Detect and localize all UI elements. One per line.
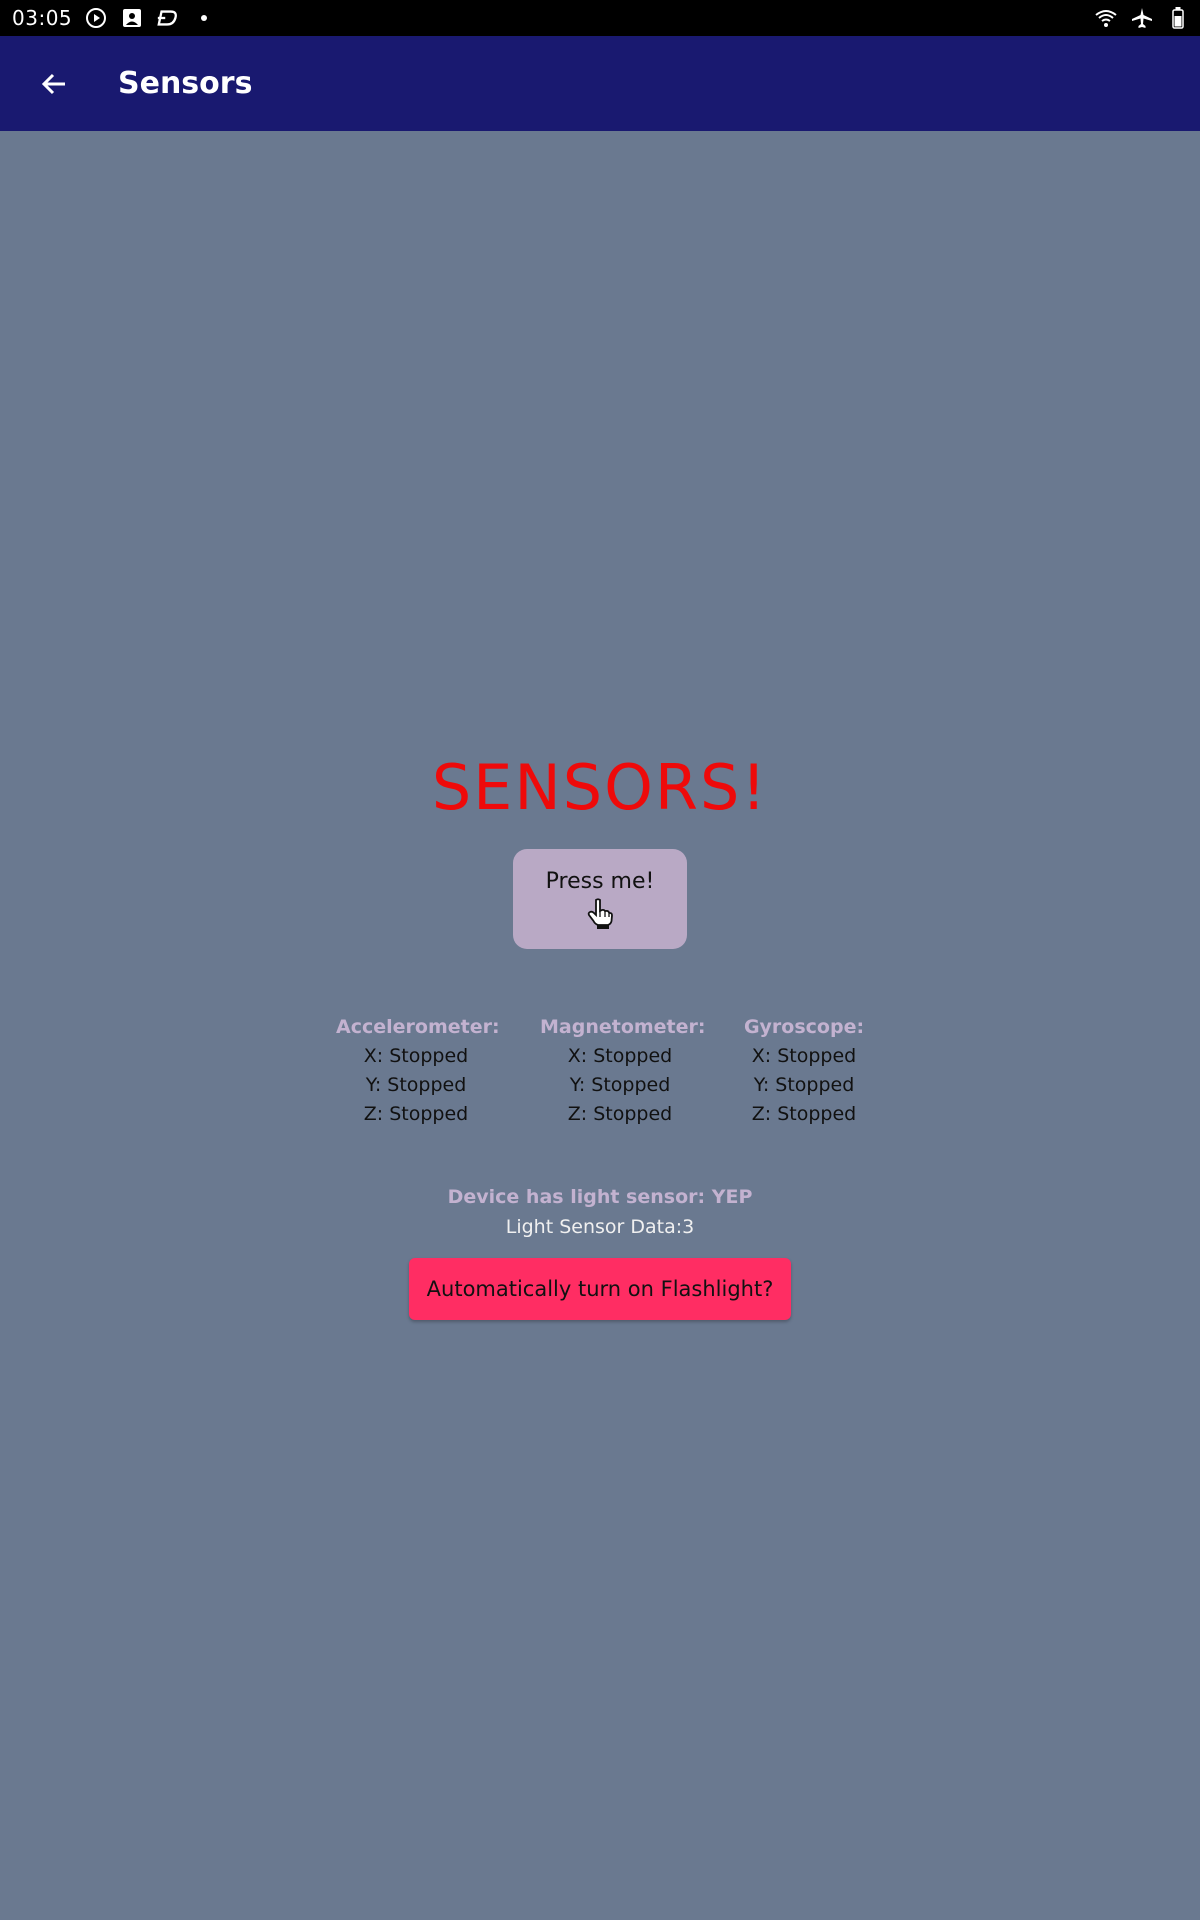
flashlight-button[interactable]: Automatically turn on Flashlight? — [409, 1258, 791, 1320]
back-button[interactable] — [26, 56, 82, 112]
page-title: Sensors — [118, 66, 253, 101]
accelerometer-z: Z: Stopped — [363, 1103, 469, 1125]
app-bar: Sensors — [0, 36, 1200, 131]
pointing-hand-icon — [587, 897, 613, 929]
status-right — [1094, 6, 1190, 30]
status-bar: 03:05 — [0, 0, 1200, 36]
accelerometer-column: Accelerometer: X: Stopped Y: Stopped Z: … — [336, 1012, 500, 1129]
accelerometer-x: X: Stopped — [363, 1045, 469, 1067]
image-icon — [120, 6, 144, 30]
accelerometer-label: Accelerometer: — [336, 1016, 500, 1038]
dot-icon — [192, 6, 216, 30]
accelerometer-y: Y: Stopped — [365, 1074, 467, 1096]
magnetometer-x: X: Stopped — [567, 1045, 673, 1067]
light-sensor-status: Device has light sensor: YEP — [447, 1186, 753, 1208]
magnetometer-column: Magnetometer: X: Stopped Y: Stopped Z: S… — [540, 1012, 706, 1129]
gyroscope-z: Z: Stopped — [751, 1103, 857, 1125]
battery-icon — [1166, 6, 1190, 30]
arrow-back-icon — [41, 73, 65, 94]
light-sensor-data: Light Sensor Data:3 — [505, 1216, 695, 1238]
gyroscope-column: Gyroscope: X: Stopped Y: Stopped Z: Stop… — [734, 1012, 874, 1129]
magnetometer-z: Z: Stopped — [567, 1103, 673, 1125]
press-me-button[interactable]: Press me! — [513, 849, 687, 949]
gyroscope-x: X: Stopped — [751, 1045, 857, 1067]
magnetometer-y: Y: Stopped — [569, 1074, 671, 1096]
airplane-icon — [1130, 6, 1154, 30]
gyroscope-label: Gyroscope: — [743, 1016, 865, 1038]
wifi-icon — [1094, 6, 1118, 30]
main-content: SENSORS! Press me! Accelerometer: X: Sto… — [0, 131, 1200, 1920]
status-left: 03:05 — [12, 6, 216, 30]
play-circle-icon — [84, 6, 108, 30]
sensors-heading: SENSORS! — [431, 751, 769, 824]
gyroscope-y: Y: Stopped — [753, 1074, 855, 1096]
d-logo-icon — [156, 6, 180, 30]
flashlight-button-label: Automatically turn on Flashlight? — [426, 1277, 774, 1301]
press-me-label: Press me! — [545, 868, 655, 894]
magnetometer-label: Magnetometer: — [540, 1016, 706, 1038]
status-time: 03:05 — [12, 6, 73, 30]
